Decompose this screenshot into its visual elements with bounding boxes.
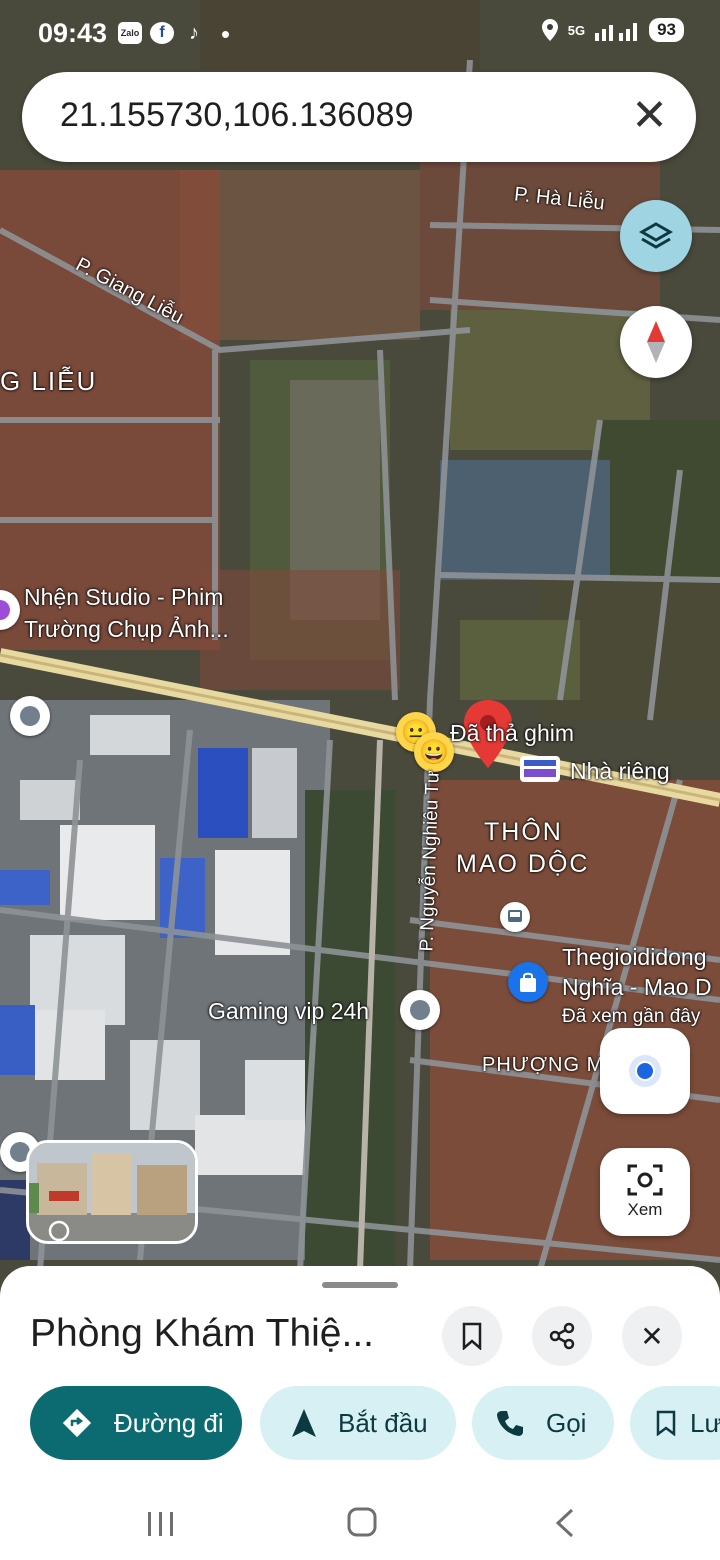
system-navigation-bar bbox=[0, 1480, 720, 1560]
home-label: Nhà riêng bbox=[570, 758, 670, 784]
search-query[interactable]: 21.155730,106.136089 bbox=[60, 96, 414, 135]
zalo-icon: Zalo bbox=[118, 22, 142, 44]
street-view-image bbox=[29, 1143, 195, 1241]
close-button[interactable]: ✕ bbox=[622, 1306, 682, 1366]
battery-indicator: 93 bbox=[649, 18, 684, 42]
dropped-pin-label: Đã thả ghim bbox=[450, 720, 575, 746]
navigation-arrow-icon bbox=[292, 1409, 316, 1437]
recent-apps-icon[interactable] bbox=[146, 1510, 176, 1538]
directions-label: Đường đi bbox=[114, 1407, 224, 1438]
poi-label[interactable]: Gaming vip 24h bbox=[208, 998, 369, 1025]
village-label: MAO DỘC bbox=[456, 850, 590, 878]
phone-icon bbox=[496, 1409, 524, 1437]
save-chip-button[interactable]: Lư bbox=[630, 1386, 720, 1460]
camera-search-icon bbox=[627, 1164, 663, 1196]
bus-stop-icon[interactable] bbox=[500, 902, 530, 932]
close-icon: ✕ bbox=[640, 1320, 664, 1352]
lens-button[interactable]: Xem bbox=[600, 1148, 690, 1236]
compass-icon bbox=[647, 321, 665, 363]
call-label: Gọi bbox=[546, 1407, 587, 1438]
share-button[interactable] bbox=[532, 1306, 592, 1366]
directions-icon bbox=[62, 1408, 92, 1438]
lens-label: Xem bbox=[627, 1200, 663, 1219]
place-title: Phòng Khám Thiệ... bbox=[30, 1312, 374, 1355]
bookmark-icon bbox=[462, 1322, 482, 1350]
poi-marker[interactable] bbox=[400, 990, 440, 1030]
my-location-icon bbox=[629, 1055, 661, 1087]
location-icon bbox=[541, 19, 558, 41]
ward-label: PHƯỢNG M bbox=[482, 1054, 605, 1076]
poi-label[interactable]: Trường Chụp Ảnh... bbox=[24, 616, 229, 643]
share-icon bbox=[549, 1322, 575, 1350]
layers-button[interactable] bbox=[620, 200, 692, 272]
directions-button[interactable]: Đường đi bbox=[30, 1386, 242, 1460]
home-icon[interactable] bbox=[520, 756, 560, 782]
poi-label[interactable]: Thegioididong bbox=[562, 944, 707, 971]
poi-marker[interactable] bbox=[10, 696, 50, 736]
poi-label[interactable]: Nghĩa - Mao D bbox=[562, 974, 712, 1001]
search-bar[interactable]: 21.155730,106.136089 ✕ bbox=[22, 72, 696, 162]
notification-dot-icon bbox=[222, 31, 229, 38]
start-button[interactable]: Bắt đầu bbox=[260, 1386, 456, 1460]
call-button[interactable]: Gọi bbox=[472, 1386, 614, 1460]
street-view-thumbnail[interactable] bbox=[26, 1140, 198, 1244]
layers-icon bbox=[638, 222, 674, 249]
poi-note: Đã xem gần đây bbox=[562, 1006, 701, 1027]
network-type: 5G bbox=[567, 22, 586, 38]
bookmark-icon bbox=[656, 1410, 676, 1436]
home-button-icon[interactable] bbox=[346, 1506, 378, 1538]
village-label: THÔN bbox=[484, 818, 563, 846]
compass-button[interactable] bbox=[620, 306, 692, 378]
back-icon[interactable] bbox=[554, 1508, 576, 1538]
emoji-marker-icon[interactable]: 😀 bbox=[414, 732, 454, 772]
status-right: 5G 93 bbox=[541, 18, 684, 42]
shopping-bag-icon[interactable] bbox=[508, 962, 548, 1002]
start-label: Bắt đầu bbox=[338, 1407, 428, 1438]
clock: 09:43 bbox=[38, 18, 108, 48]
tiktok-icon: ♪ bbox=[189, 22, 199, 44]
my-location-button[interactable] bbox=[600, 1028, 690, 1114]
status-bar: 09:43 Zalo f ♪ 5G 93 bbox=[0, 0, 720, 66]
drag-handle[interactable] bbox=[322, 1282, 398, 1288]
facebook-icon: f bbox=[150, 22, 174, 44]
save-button[interactable] bbox=[442, 1306, 502, 1366]
save-chip-label: Lư bbox=[690, 1407, 720, 1438]
signal-icon bbox=[595, 23, 638, 41]
close-icon[interactable]: ✕ bbox=[631, 90, 668, 141]
area-label: G LIỄU bbox=[0, 366, 98, 396]
poi-label[interactable]: Nhện Studio - Phim bbox=[24, 584, 223, 611]
